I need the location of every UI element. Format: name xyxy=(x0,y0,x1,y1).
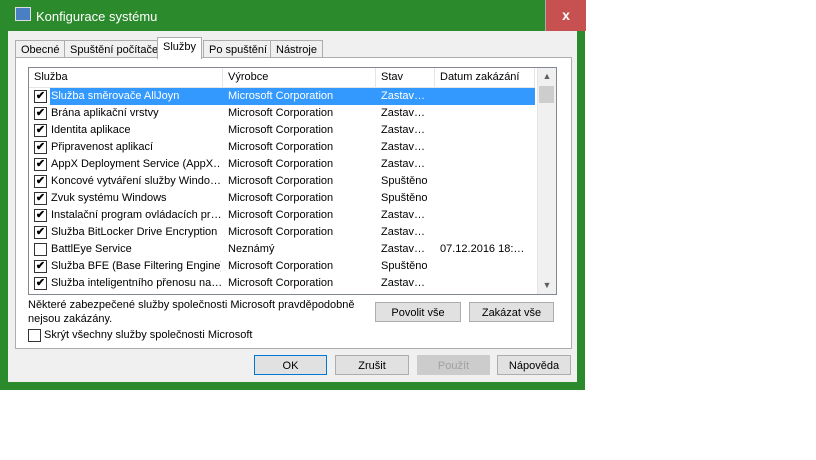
list-header: Služba Výrobce Stav Datum zakázání xyxy=(29,68,535,88)
tab-services[interactable]: Služby xyxy=(157,37,203,59)
service-name: BattlEye Service xyxy=(51,243,132,255)
table-row[interactable]: ✔ AppX Deployment Service (AppX… Microso… xyxy=(29,156,535,173)
service-name: Služba směrovače AllJoyn xyxy=(51,90,180,102)
column-disabled-date[interactable]: Datum zakázání xyxy=(435,68,535,87)
check-icon: ✔ xyxy=(35,158,46,170)
service-name: Služba BitLocker Drive Encryption xyxy=(51,226,218,238)
service-checkbox[interactable]: ✔ xyxy=(34,277,47,290)
service-checkbox[interactable]: ✔ xyxy=(34,192,47,205)
services-panel: Služba Výrobce Stav Datum zakázání ✔ Slu… xyxy=(15,57,572,349)
service-checkbox[interactable]: ✔ xyxy=(34,175,47,188)
service-name: Identita aplikace xyxy=(51,124,131,136)
service-vendor: Microsoft Corporation xyxy=(228,107,334,119)
service-checkbox[interactable]: ✔ xyxy=(34,141,47,154)
service-status: Zastav… xyxy=(381,209,426,221)
service-vendor: Microsoft Corporation xyxy=(228,141,334,153)
check-icon: ✔ xyxy=(35,141,46,153)
service-vendor: Microsoft Corporation xyxy=(228,226,334,238)
check-icon: ✔ xyxy=(35,107,46,119)
check-icon: ✔ xyxy=(35,260,46,272)
service-checkbox[interactable] xyxy=(34,243,47,256)
table-row[interactable]: BattlEye Service Neznámý Zastav… 07.12.2… xyxy=(29,241,535,258)
table-row[interactable]: ✔ Instalační program ovládacích pr… Micr… xyxy=(29,207,535,224)
service-vendor: Neznámý xyxy=(228,243,275,255)
window-title: Konfigurace systému xyxy=(36,9,158,24)
service-status: Zastav… xyxy=(381,90,426,102)
service-vendor: Microsoft Corporation xyxy=(228,260,334,272)
table-row[interactable]: ✔ Služba BFE (Base Filtering Engine) Mic… xyxy=(29,258,535,275)
service-checkbox[interactable]: ✔ xyxy=(34,124,47,137)
msconfig-icon xyxy=(15,7,31,21)
service-status: Zastav… xyxy=(381,124,426,136)
service-name: AppX Deployment Service (AppX… xyxy=(51,158,221,170)
scroll-up-icon[interactable]: ▲ xyxy=(538,68,556,85)
service-name: Služba inteligentního přenosu na… xyxy=(51,277,221,289)
table-row[interactable]: ✔ Zvuk systému Windows Microsoft Corpora… xyxy=(29,190,535,207)
service-status: Zastav… xyxy=(381,158,426,170)
service-vendor: Microsoft Corporation xyxy=(228,158,334,170)
check-icon: ✔ xyxy=(35,90,46,102)
service-vendor: Microsoft Corporation xyxy=(228,175,334,187)
check-icon: ✔ xyxy=(35,175,46,187)
service-checkbox[interactable]: ✔ xyxy=(34,107,47,120)
service-vendor: Microsoft Corporation xyxy=(228,90,334,102)
check-icon: ✔ xyxy=(35,277,46,289)
column-status[interactable]: Stav xyxy=(376,68,435,87)
table-row[interactable]: ✔ Služba BitLocker Drive Encryption Micr… xyxy=(29,224,535,241)
service-name: Instalační program ovládacích pr… xyxy=(51,209,221,221)
scrollbar[interactable]: ▲ ▼ xyxy=(537,68,556,294)
service-status: Spuštěno xyxy=(381,260,428,272)
check-icon: ✔ xyxy=(35,209,46,221)
table-row[interactable]: ✔ Připravenost aplikací Microsoft Corpor… xyxy=(29,139,535,156)
help-button[interactable]: Nápověda xyxy=(497,355,571,375)
ok-button[interactable]: OK xyxy=(254,355,327,375)
table-row[interactable]: ✔ Služba směrovače AllJoyn Microsoft Cor… xyxy=(29,88,535,105)
scroll-thumb[interactable] xyxy=(539,86,554,103)
service-checkbox[interactable]: ✔ xyxy=(34,260,47,273)
table-row[interactable]: ✔ Identita aplikace Microsoft Corporatio… xyxy=(29,122,535,139)
service-status: Zastav… xyxy=(381,277,426,289)
services-list[interactable]: Služba Výrobce Stav Datum zakázání ✔ Slu… xyxy=(28,67,557,295)
service-status: Zastav… xyxy=(381,141,426,153)
service-vendor: Microsoft Corporation xyxy=(228,124,334,136)
enable-all-button[interactable]: Povolit vše xyxy=(375,302,461,322)
service-status: Zastav… xyxy=(381,226,426,238)
hide-ms-checkbox[interactable] xyxy=(28,329,41,342)
hide-ms-label[interactable]: Skrýt všechny služby společnosti Microso… xyxy=(44,329,252,341)
service-status: Spuštěno xyxy=(381,175,428,187)
dialog-body: Obecné Spuštění počítače Služby Po spušt… xyxy=(8,31,577,382)
cancel-button[interactable]: Zrušit xyxy=(335,355,409,375)
service-name: Připravenost aplikací xyxy=(51,141,154,153)
column-vendor[interactable]: Výrobce xyxy=(223,68,376,87)
window: Konfigurace systému x Obecné Spuštění po… xyxy=(0,0,586,390)
check-icon: ✔ xyxy=(35,226,46,238)
table-row[interactable]: ✔ Brána aplikační vrstvy Microsoft Corpo… xyxy=(29,105,535,122)
service-checkbox[interactable]: ✔ xyxy=(34,209,47,222)
service-disabled-date: 07.12.2016 18:… xyxy=(440,243,525,255)
service-name: Brána aplikační vrstvy xyxy=(51,107,159,119)
disable-all-button[interactable]: Zakázat vše xyxy=(469,302,554,322)
close-button[interactable]: x xyxy=(545,0,586,31)
check-icon: ✔ xyxy=(35,124,46,136)
service-checkbox[interactable]: ✔ xyxy=(34,226,47,239)
note-line-1: Některé zabezpečené služby společnosti M… xyxy=(28,299,355,311)
check-icon: ✔ xyxy=(35,192,46,204)
service-vendor: Microsoft Corporation xyxy=(228,209,334,221)
table-row[interactable]: ✔ Služba inteligentního přenosu na… Micr… xyxy=(29,275,535,292)
service-status: Spuštěno xyxy=(381,192,428,204)
apply-button[interactable]: Použít xyxy=(417,355,490,375)
service-vendor: Microsoft Corporation xyxy=(228,192,334,204)
scroll-down-icon[interactable]: ▼ xyxy=(538,277,556,294)
service-name: Koncové vytváření služby Windo… xyxy=(51,175,221,187)
service-status: Zastav… xyxy=(381,243,426,255)
service-vendor: Microsoft Corporation xyxy=(228,277,334,289)
note-line-2: nejsou zakázány. xyxy=(28,313,113,325)
column-service[interactable]: Služba xyxy=(29,68,223,87)
service-name: Zvuk systému Windows xyxy=(51,192,167,204)
table-row[interactable]: ✔ Koncové vytváření služby Windo… Micros… xyxy=(29,173,535,190)
service-name: Služba BFE (Base Filtering Engine) xyxy=(51,260,221,272)
service-checkbox[interactable]: ✔ xyxy=(34,158,47,171)
service-checkbox[interactable]: ✔ xyxy=(34,90,47,103)
service-status: Zastav… xyxy=(381,107,426,119)
